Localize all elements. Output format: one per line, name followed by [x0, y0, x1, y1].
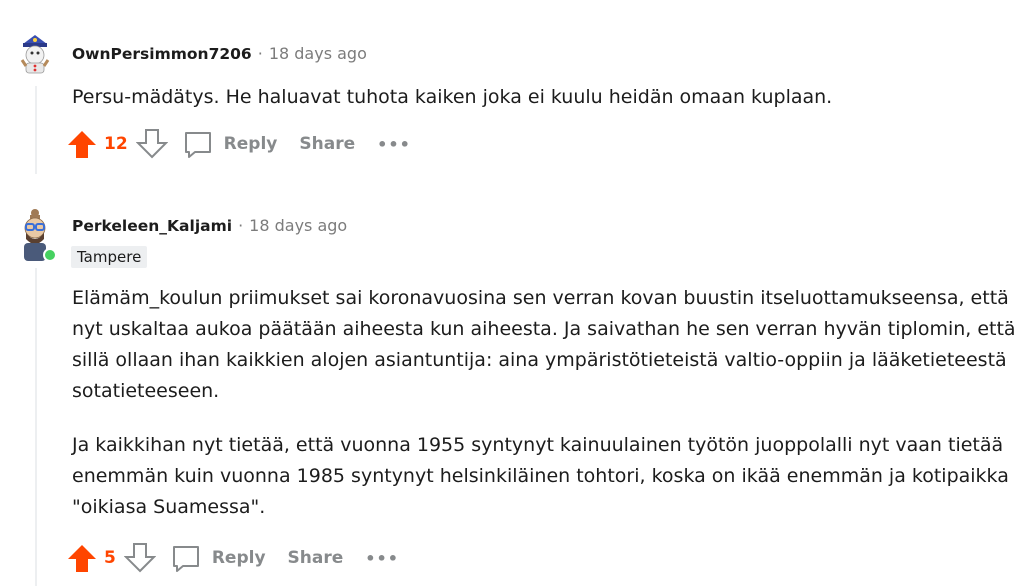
comment-meta: Perkeleen_Kaljami · 18 days ago [72, 216, 347, 235]
downvote-icon[interactable] [123, 542, 156, 574]
avatar[interactable] [14, 30, 56, 74]
comment-body: Elämäm_koulun priimukset sai koronavuosi… [72, 283, 1022, 523]
comment-meta: OwnPersimmon7206 · 18 days ago [72, 44, 367, 63]
comment-timestamp[interactable]: 18 days ago [269, 44, 367, 63]
comment-paragraph: Ja kaikkihan nyt tietää, että vuonna 195… [72, 434, 1009, 518]
comment-paragraph: Persu-mädätys. He haluavat tuhota kaiken… [72, 86, 833, 108]
comment-bubble-icon[interactable] [182, 128, 214, 160]
comment-paragraph: Elämäm_koulun priimukset sai koronavuosi… [72, 287, 1016, 402]
online-status-icon [43, 248, 57, 262]
more-options-button[interactable]: ••• [365, 549, 399, 568]
reply-button[interactable]: Reply [212, 548, 266, 568]
user-flair: Tampere [71, 246, 148, 268]
comment-actions: 12 Reply Share ••• [66, 127, 411, 161]
vote-score: 12 [104, 134, 128, 154]
thread-line[interactable] [35, 268, 37, 586]
share-button[interactable]: Share [299, 134, 355, 154]
more-options-button[interactable]: ••• [377, 135, 411, 154]
meta-separator: · [238, 216, 244, 235]
avatar[interactable] [14, 205, 56, 261]
comment-actions: 5 Reply Share ••• [66, 541, 399, 575]
author-username[interactable]: Perkeleen_Kaljami [72, 217, 232, 235]
downvote-icon[interactable] [135, 128, 168, 160]
upvote-icon[interactable] [66, 128, 98, 160]
share-button[interactable]: Share [288, 548, 344, 568]
meta-separator: · [257, 44, 263, 63]
vote-score: 5 [104, 548, 116, 568]
comment-timestamp[interactable]: 18 days ago [249, 216, 347, 235]
comment-body: Persu-mädätys. He haluavat tuhota kaiken… [72, 82, 1022, 113]
thread-line[interactable] [35, 86, 37, 174]
comment-bubble-icon[interactable] [170, 542, 202, 574]
upvote-icon[interactable] [66, 542, 98, 574]
author-username[interactable]: OwnPersimmon7206 [72, 45, 252, 63]
reply-button[interactable]: Reply [224, 134, 278, 154]
